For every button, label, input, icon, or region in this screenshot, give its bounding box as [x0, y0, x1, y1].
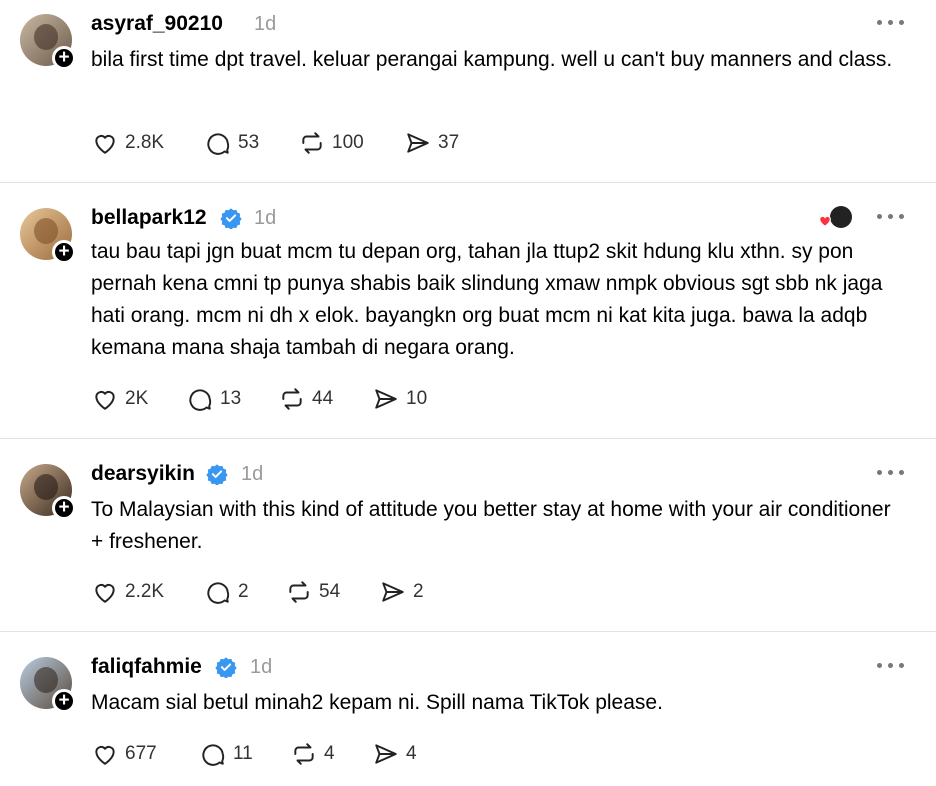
- send-icon: [407, 133, 429, 153]
- follow-plus-icon[interactable]: +: [52, 240, 76, 264]
- avatar-image: [34, 667, 58, 693]
- share-count: 10: [406, 388, 428, 409]
- send-icon: [375, 744, 397, 764]
- share-count: 4: [406, 743, 417, 764]
- share-count: 37: [438, 132, 460, 153]
- like-count: 677: [125, 743, 157, 764]
- avatar-image: [34, 24, 58, 50]
- comment-icon: [207, 133, 230, 155]
- heart-icon: [95, 391, 115, 410]
- timestamp: 1d: [250, 656, 273, 678]
- send-icon: [382, 582, 404, 602]
- comment-icon: [207, 582, 230, 604]
- repost-count: 54: [319, 581, 341, 602]
- more-icon[interactable]: [877, 470, 905, 478]
- post-text: Macam sial betul minah2 kepam ni. Spill …: [91, 691, 663, 714]
- comment-icon: [202, 744, 225, 766]
- more-icon[interactable]: [877, 214, 905, 222]
- username[interactable]: dearsyikin: [91, 462, 195, 486]
- divider: [0, 182, 936, 183]
- more-icon[interactable]: [877, 663, 905, 671]
- action-bar: 2.8K 53 100 37: [91, 128, 511, 158]
- divider: [0, 631, 936, 632]
- reply-count: 11: [233, 743, 253, 764]
- like-count: 2.8K: [125, 132, 165, 153]
- comment-icon: [189, 389, 212, 411]
- repost-icon: [294, 743, 314, 765]
- timestamp: 1d: [254, 13, 277, 35]
- more-icon[interactable]: [877, 20, 905, 28]
- timestamp: 1d: [254, 207, 277, 229]
- follow-plus-icon[interactable]: +: [52, 496, 76, 520]
- action-bar: 2.2K 2 54 2: [91, 577, 511, 607]
- avatar-image: [34, 474, 58, 500]
- repost-count: 4: [324, 743, 335, 764]
- like-count: 2K: [125, 388, 149, 409]
- username[interactable]: bellapark12: [91, 206, 207, 230]
- verified-badge-icon: [206, 464, 228, 485]
- follow-plus-icon[interactable]: +: [52, 46, 76, 70]
- repost-icon: [302, 132, 322, 154]
- timestamp: 1d: [241, 463, 264, 485]
- post-text: To Malaysian with this kind of attitude …: [91, 498, 891, 553]
- heart-reaction-icon: [819, 215, 831, 227]
- username[interactable]: asyraf_90210: [91, 12, 223, 36]
- avatar-image: [34, 218, 58, 244]
- post-text: bila first time dpt travel. keluar peran…: [91, 48, 893, 71]
- send-icon: [375, 389, 397, 409]
- repost-icon: [289, 581, 309, 603]
- heart-icon: [95, 584, 115, 603]
- action-bar: 677 11 4 4: [91, 739, 511, 769]
- reply-count: 13: [220, 388, 242, 409]
- reply-count: 2: [238, 581, 249, 602]
- heart-icon: [95, 746, 115, 765]
- heart-icon: [95, 135, 115, 154]
- repost-count: 100: [332, 132, 364, 153]
- reactor-avatar: [830, 206, 852, 228]
- repost-icon: [282, 388, 302, 410]
- verified-badge-icon: [215, 657, 237, 678]
- repost-count: 44: [312, 388, 334, 409]
- reply-count: 53: [238, 132, 260, 153]
- divider: [0, 438, 936, 439]
- post-text: tau bau tapi jgn buat mcm tu depan org, …: [91, 240, 883, 359]
- username[interactable]: faliqfahmie: [91, 655, 202, 679]
- follow-plus-icon[interactable]: +: [52, 689, 76, 713]
- like-count: 2.2K: [125, 581, 165, 602]
- action-bar: 2K 13 44 10: [91, 384, 511, 414]
- verified-badge-icon: [220, 208, 242, 229]
- share-count: 2: [413, 581, 424, 602]
